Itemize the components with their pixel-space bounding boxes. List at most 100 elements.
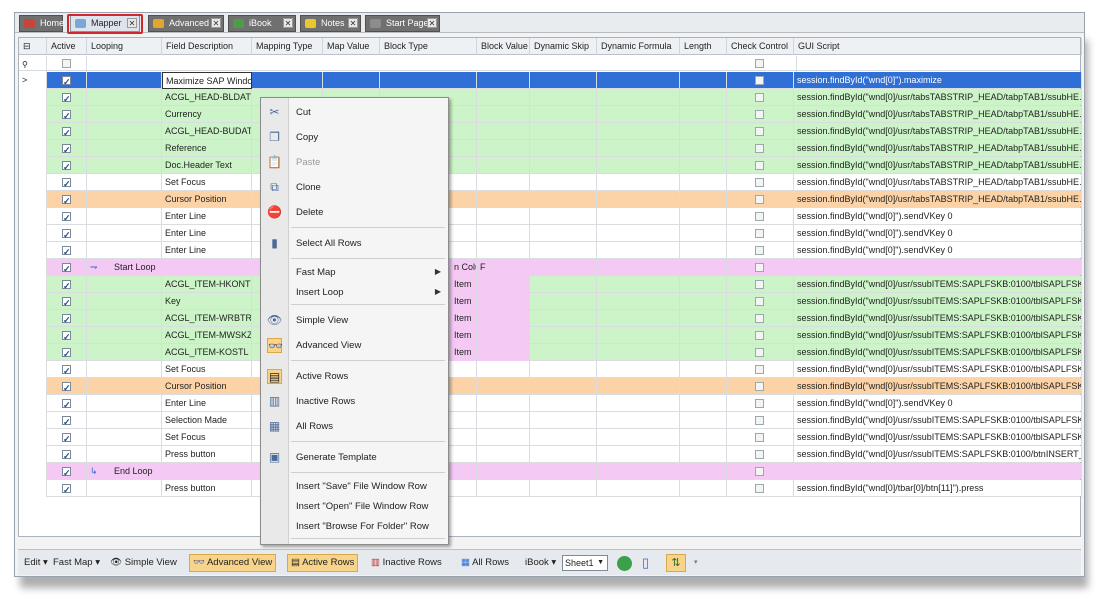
menu-item-generate-template[interactable]: ▣ Generate Template bbox=[261, 445, 448, 470]
dynamic-skip-cell[interactable] bbox=[530, 259, 597, 276]
field-description-cell[interactable]: Maximize SAP Window bbox=[162, 72, 252, 89]
filter-check-control[interactable] bbox=[727, 56, 797, 73]
length-cell[interactable] bbox=[680, 89, 727, 106]
field-description-cell[interactable] bbox=[162, 259, 252, 276]
active-checkbox[interactable] bbox=[62, 210, 71, 225]
tab-advanced[interactable]: Advanced ✕ bbox=[148, 15, 224, 32]
table-row[interactable]: Currency session.findById("wnd[0]/usr/tab… bbox=[19, 106, 1082, 123]
dynamic-skip-cell[interactable] bbox=[530, 242, 597, 259]
active-checkbox[interactable] bbox=[62, 159, 71, 174]
advanced-view-button[interactable]: 👓 Advanced View bbox=[189, 554, 277, 572]
block-value-cell[interactable] bbox=[477, 446, 530, 463]
dynamic-skip-cell[interactable] bbox=[530, 123, 597, 140]
active-checkbox[interactable] bbox=[62, 329, 71, 344]
column-header-looping[interactable]: Looping bbox=[87, 38, 162, 55]
table-row[interactable]: ACGL_HEAD-BUDAT session.findById("wnd[0]/… bbox=[19, 123, 1082, 140]
field-description-cell[interactable]: Enter Line bbox=[162, 225, 252, 242]
field-description-cell[interactable]: ACGL_ITEM-WRBTR bbox=[162, 310, 252, 327]
block-value-cell[interactable] bbox=[477, 344, 530, 361]
dynamic-skip-cell[interactable] bbox=[530, 191, 597, 208]
block-value-cell[interactable]: F bbox=[477, 259, 530, 276]
gui-script-cell[interactable]: session.findById("wnd[0]/usr/tabsTABSTRI… bbox=[794, 191, 1082, 208]
gui-script-cell[interactable] bbox=[794, 259, 1082, 276]
menu-item-clone[interactable]: ⧉ Clone bbox=[261, 175, 448, 200]
table-row[interactable]: ↳ End Loop bbox=[19, 463, 1082, 480]
menu-item-insert-open-file-window-row[interactable]: Insert "Open" File Window Row bbox=[261, 496, 448, 516]
dynamic-formula-cell[interactable] bbox=[597, 463, 680, 480]
active-checkbox[interactable] bbox=[62, 193, 71, 208]
gui-script-cell[interactable]: session.findById("wnd[0]").sendVKey 0 bbox=[794, 225, 1082, 242]
menu-item-cut[interactable]: ✂ Cut bbox=[261, 100, 448, 125]
check-control-checkbox[interactable] bbox=[755, 76, 764, 85]
fast-map-menu-button[interactable]: Fast Map ▾ bbox=[53, 554, 100, 572]
block-value-cell[interactable] bbox=[477, 480, 530, 497]
block-value-cell[interactable] bbox=[477, 72, 530, 89]
tab-ibook[interactable]: iBook ✕ bbox=[228, 15, 296, 32]
close-icon[interactable]: ✕ bbox=[283, 18, 293, 28]
block-value-cell[interactable] bbox=[477, 106, 530, 123]
menu-item-delete[interactable]: ⛔ Delete bbox=[261, 200, 448, 225]
block-value-cell[interactable] bbox=[477, 361, 530, 378]
field-description-cell[interactable]: Enter Line bbox=[162, 242, 252, 259]
dynamic-skip-cell[interactable] bbox=[530, 361, 597, 378]
column-header-dynamic-formula[interactable]: Dynamic Formula bbox=[597, 38, 680, 55]
export-icon[interactable]: ▯ bbox=[642, 554, 649, 572]
dynamic-formula-cell[interactable] bbox=[597, 344, 680, 361]
gui-script-cell[interactable]: session.findById("wnd[0]/usr/tabsTABSTRI… bbox=[794, 140, 1082, 157]
dynamic-skip-cell[interactable] bbox=[530, 395, 597, 412]
length-cell[interactable] bbox=[680, 293, 727, 310]
length-cell[interactable] bbox=[680, 276, 727, 293]
block-value-cell[interactable] bbox=[477, 123, 530, 140]
dynamic-skip-cell[interactable] bbox=[530, 174, 597, 191]
menu-item-copy[interactable]: ❐ Copy bbox=[261, 125, 448, 150]
dynamic-skip-cell[interactable] bbox=[530, 446, 597, 463]
field-description-cell[interactable]: Key bbox=[162, 293, 252, 310]
active-checkbox[interactable] bbox=[62, 142, 71, 157]
close-icon[interactable]: ✕ bbox=[427, 18, 437, 28]
field-description-cell[interactable]: Currency bbox=[162, 106, 252, 123]
column-header-block-type[interactable]: Block Type bbox=[380, 38, 477, 55]
menu-item-advanced-view[interactable]: 👓 Advanced View bbox=[261, 333, 448, 358]
dynamic-formula-cell[interactable] bbox=[597, 242, 680, 259]
dynamic-skip-cell[interactable] bbox=[530, 276, 597, 293]
check-control-checkbox[interactable] bbox=[755, 484, 764, 493]
block-value-cell[interactable] bbox=[477, 157, 530, 174]
dynamic-skip-cell[interactable] bbox=[530, 480, 597, 497]
table-row[interactable]: ACGL_HEAD-BLDAT session.findById("wnd[0]/… bbox=[19, 89, 1082, 106]
length-cell[interactable] bbox=[680, 157, 727, 174]
tab-home[interactable]: Home bbox=[19, 15, 64, 32]
gui-script-cell[interactable]: session.findById("wnd[0]/usr/ssubITEMS:S… bbox=[794, 293, 1082, 310]
inactive-rows-button[interactable]: ▥ Inactive Rows bbox=[371, 554, 442, 572]
dynamic-formula-cell[interactable] bbox=[597, 446, 680, 463]
check-control-checkbox[interactable] bbox=[755, 365, 764, 374]
table-row[interactable]: Press button session.findById("wnd[0]/usr… bbox=[19, 446, 1082, 463]
table-row[interactable]: Set Focus session.findById("wnd[0]/usr/ta… bbox=[19, 174, 1082, 191]
menu-item-select-all-rows[interactable]: ▮ Select All Rows bbox=[261, 231, 448, 256]
dynamic-skip-cell[interactable] bbox=[530, 327, 597, 344]
dynamic-formula-cell[interactable] bbox=[597, 259, 680, 276]
active-checkbox[interactable] bbox=[62, 380, 71, 395]
table-row[interactable]: Doc.Header Text session.findById("wnd[0]/… bbox=[19, 157, 1082, 174]
active-checkbox[interactable] bbox=[62, 397, 71, 412]
check-control-checkbox[interactable] bbox=[755, 93, 764, 102]
refresh-icon[interactable] bbox=[617, 556, 632, 571]
dynamic-skip-cell[interactable] bbox=[530, 157, 597, 174]
table-row[interactable]: Reference session.findById("wnd[0]/usr/ta… bbox=[19, 140, 1082, 157]
field-description-cell[interactable]: Enter Line bbox=[162, 208, 252, 225]
column-header-dynamic-skip[interactable]: Dynamic Skip bbox=[530, 38, 597, 55]
column-header-block-value[interactable]: Block Value bbox=[477, 38, 530, 55]
table-row[interactable]: KeyItemsession.findById("wnd[0]/usr/ssub… bbox=[19, 293, 1082, 310]
dynamic-skip-cell[interactable] bbox=[530, 344, 597, 361]
block-value-cell[interactable] bbox=[477, 89, 530, 106]
check-control-checkbox[interactable] bbox=[755, 161, 764, 170]
dynamic-skip-cell[interactable] bbox=[530, 293, 597, 310]
dynamic-formula-cell[interactable] bbox=[597, 89, 680, 106]
table-row[interactable]: Set Focus session.findById("wnd[0]/usr/ss… bbox=[19, 429, 1082, 446]
gui-script-cell[interactable]: session.findById("wnd[0]/usr/ssubITEMS:S… bbox=[794, 361, 1082, 378]
menu-item-insert-browse-for-folder-row[interactable]: Insert "Browse For Folder" Row bbox=[261, 516, 448, 536]
active-checkbox[interactable] bbox=[62, 346, 71, 361]
dynamic-formula-cell[interactable] bbox=[597, 276, 680, 293]
dynamic-formula-cell[interactable] bbox=[597, 157, 680, 174]
field-description-cell[interactable]: Set Focus bbox=[162, 429, 252, 446]
length-cell[interactable] bbox=[680, 480, 727, 497]
